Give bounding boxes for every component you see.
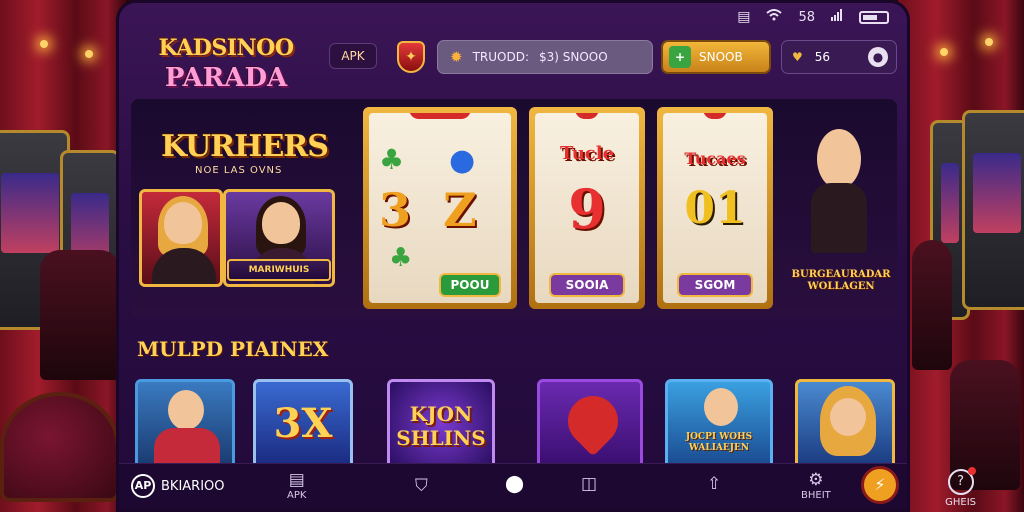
shield-icon: ⛉: [415, 476, 428, 496]
nav-item-brief[interactable]: ⚙ BHEIT: [801, 470, 831, 501]
nav-logo-text: BKIARIOO: [161, 478, 225, 494]
heart-icon: ♥: [792, 50, 803, 64]
background-lamp: [940, 48, 948, 56]
tile-title: JOCPI WOHS WALIAEJEN: [685, 432, 753, 453]
nav-item-location[interactable]: ⬤: [505, 474, 524, 494]
slot-reel-3[interactable]: Tucaes 01 SGOM: [657, 107, 773, 309]
hero-subtitle: NOE LAS OVNS: [195, 165, 283, 176]
game-tile-3[interactable]: KJON SHLINS: [387, 379, 495, 469]
logo-line-1: KADSINOO: [158, 35, 295, 61]
clover-icon: ♣: [379, 143, 405, 176]
nav-item-label: APK: [287, 490, 307, 501]
sun-icon: ✹: [450, 48, 463, 66]
app-logo[interactable]: KADSINOO PARADA: [151, 33, 301, 101]
clover-icon: ♣: [389, 243, 413, 273]
shield-badge-button[interactable]: ✦: [397, 41, 425, 73]
background-chair: [912, 240, 952, 370]
hero-banner[interactable]: KURHERS NOE LAS OVNS MARIWHUIS ♣ ● 3 Z ♣…: [131, 99, 897, 317]
user-value: 56: [814, 50, 831, 64]
help-icon: ?: [947, 467, 976, 495]
game-tile-5[interactable]: JOCPI WOHS WALIAEJEN: [665, 379, 773, 469]
promo-character[interactable]: BURGEAURADAR WOLLAGEN: [791, 119, 891, 299]
document-icon: ▤: [288, 470, 305, 490]
tile-title: 3X: [273, 400, 333, 447]
background-slot-machine: [962, 110, 1024, 310]
notification-icon: ▤: [737, 9, 751, 25]
help-label: GHEIS: [945, 497, 976, 508]
signal-icon: [831, 9, 843, 25]
nav-item-apk[interactable]: ▤ APK: [287, 470, 306, 501]
background-lamp: [985, 38, 993, 46]
gem-icon: [557, 385, 629, 457]
wifi-icon: [766, 9, 783, 25]
bottom-navigation: AP BKIARIOO ▤ APK ⛉ ⬤ ◫ ⇧ ⚙ BHEIT ⚡: [119, 463, 907, 509]
logo-line-2: PARADA: [164, 63, 288, 93]
slot-reel-1[interactable]: ♣ ● 3 Z ♣ POOU: [363, 107, 517, 309]
hero-title: KURHERS: [161, 129, 329, 164]
nav-logo-mark: AP: [131, 474, 155, 498]
nav-action-button[interactable]: ⚡: [861, 466, 899, 504]
tile-title: KJON SHLINS: [396, 402, 486, 450]
search-label: TRUODD:: [472, 50, 529, 64]
balance-label: SNOOB: [699, 50, 743, 64]
game-tile-2[interactable]: 3X: [253, 379, 353, 469]
background-lamp: [85, 50, 93, 58]
lightning-icon: ⚡: [874, 475, 886, 494]
balance-button[interactable]: + SNOOB: [661, 40, 771, 74]
reel-1-button[interactable]: POOU: [439, 273, 501, 297]
reel-title: Tucaes: [684, 149, 746, 168]
user-profile-pill[interactable]: ♥ 56 ●: [781, 40, 897, 74]
nav-item-bag[interactable]: ◫: [581, 474, 597, 494]
game-tile-1[interactable]: [135, 379, 235, 469]
slot-reel-2[interactable]: Tucle 9 SOOIA: [529, 107, 645, 309]
background-lamp: [40, 40, 48, 48]
status-bar: ▤ 58: [737, 7, 889, 27]
nav-item-shield[interactable]: ⛉: [415, 476, 428, 496]
character-banner-label: MARIWHUIS: [227, 259, 331, 281]
nav-item-upload[interactable]: ⇧: [707, 474, 721, 494]
reel-symbol: 9: [568, 177, 606, 241]
section-title: MULPD PIAINEX: [137, 337, 329, 361]
nav-item-label: BHEIT: [801, 490, 831, 501]
reel-3-button[interactable]: SGOM: [677, 273, 753, 297]
apk-button[interactable]: APK: [329, 43, 377, 69]
header: KADSINOO PARADA APK ✦ ✹ TRUODD: $3) SNOO…: [119, 29, 907, 105]
bag-icon: ◫: [581, 474, 598, 494]
location-pin-icon: ⬤: [505, 474, 525, 494]
reel-symbol: 3: [379, 183, 412, 237]
help-button[interactable]: ? GHEIS: [945, 467, 976, 508]
battery-icon: [859, 10, 889, 24]
search-value: $3) SNOOO: [539, 50, 608, 64]
app-window: ▤ 58 KADSINOO PARADA APK ✦ ✹ TRUODD: $3)…: [116, 0, 910, 512]
signal-label: 58: [798, 9, 815, 25]
background-poker-table: [0, 392, 120, 502]
upload-icon: ⇧: [707, 474, 722, 494]
promo-label: BURGEAURADAR WOLLAGEN: [791, 269, 891, 292]
gear-icon: ⚙: [808, 470, 824, 490]
game-tile-6[interactable]: [795, 379, 895, 469]
character-card-1[interactable]: [139, 189, 223, 287]
reel-symbol: 01: [684, 183, 746, 234]
gem-icon: ●: [449, 143, 476, 178]
background-chair: [40, 250, 120, 380]
add-funds-icon: +: [669, 46, 691, 68]
badge-icon: ✦: [405, 49, 417, 65]
game-tile-4[interactable]: [537, 379, 643, 469]
reel-2-button[interactable]: SOOIA: [549, 273, 625, 297]
avatar-icon[interactable]: ●: [868, 47, 888, 67]
nav-logo[interactable]: AP BKIARIOO: [131, 474, 225, 498]
reel-title: Tucle: [559, 143, 615, 164]
search-bar[interactable]: ✹ TRUODD: $3) SNOOO: [437, 40, 653, 74]
reel-symbol: Z: [443, 183, 477, 237]
